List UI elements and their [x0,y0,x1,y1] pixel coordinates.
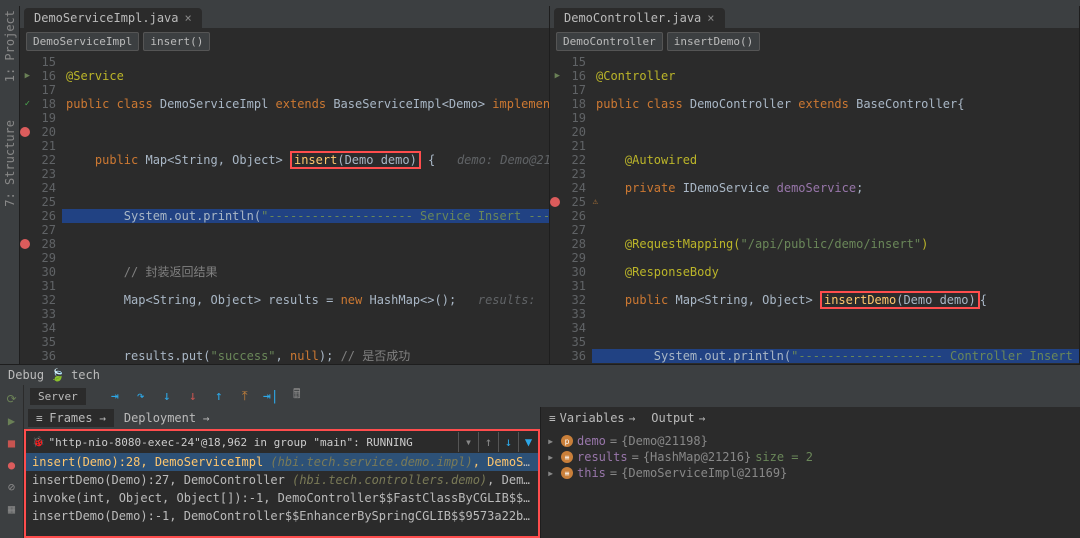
left-code[interactable]: @Service public class DemoServiceImpl ex… [62,55,549,364]
drop-frame-button[interactable]: ⤒ [236,387,254,405]
left-nav-crumb: DemoServiceImpl insert() [20,28,549,55]
layout-button[interactable]: ▦ [4,501,20,517]
right-code[interactable]: @Controller public class DemoController … [592,55,1079,364]
deployment-tab[interactable]: Deployment → [116,409,218,427]
mute-breakpoints-button[interactable]: ⊘ [4,479,20,495]
thread-dropdown-icon[interactable]: ▾ [458,432,478,452]
step-into-button[interactable]: ↓ [158,387,176,405]
frame-item[interactable]: insert(Demo):28, DemoServiceImpl (hbi.te… [26,453,538,471]
tab-demoserviceimpl[interactable]: DemoServiceImpl.java × [24,8,202,28]
debug-panel: Debug 🍃 tech ⟳ ▶ ■ ● ⊘ ▦ Server ⇥ ↷ ↓ ↓ … [0,364,1080,538]
nav-class[interactable]: DemoServiceImpl [26,32,139,51]
frames-tab[interactable]: ≡ Frames → [28,409,114,427]
frame-item[interactable]: invoke(int, Object, Object[]):-1, DemoCo… [26,489,538,507]
close-icon[interactable]: × [707,11,714,25]
nav-class[interactable]: DemoController [556,32,663,51]
frame-list[interactable]: insert(Demo):28, DemoServiceImpl (hbi.te… [26,453,538,536]
debug-toolbar: Server ⇥ ↷ ↓ ↓ ↑ ⤒ ⇥| 🖩 [24,385,1080,407]
nav-method[interactable]: insert() [143,32,210,51]
variables-tab[interactable]: ≡ Variables → [541,409,643,427]
variables-tree[interactable]: ▸pdemo = {Demo@21198}▸≡results = {HashMa… [541,429,1080,538]
force-step-into-button[interactable]: ↓ [184,387,202,405]
debug-app-name: tech [71,368,100,382]
debug-left-tool-strip: ⟳ ▶ ■ ● ⊘ ▦ [0,385,24,538]
project-tool-button[interactable]: 1: Project [3,10,17,82]
show-execution-point-button[interactable]: ⇥ [106,387,124,405]
close-icon[interactable]: × [185,11,192,25]
rerun-button[interactable]: ⟳ [4,391,20,407]
tab-democontroller[interactable]: DemoController.java × [554,8,725,28]
variable-row[interactable]: ▸≡results = {HashMap@21216} size = 2 [547,449,1074,465]
nav-method[interactable]: insertDemo() [667,32,760,51]
thread-selector[interactable]: "http-nio-8080-exec-24"@18,962 in group … [26,434,458,451]
step-over-button[interactable]: ↷ [132,387,150,405]
tab-label: DemoController.java [564,11,701,25]
left-tool-strip: 1: Project 7: Structure [0,6,20,364]
variable-row[interactable]: ▸≡this = {DemoServiceImpl@21169} [547,465,1074,481]
tab-label: DemoServiceImpl.java [34,11,179,25]
structure-tool-button[interactable]: 7: Structure [3,120,17,207]
frame-item[interactable]: insertDemo(Demo):27, DemoController (hbi… [26,471,538,489]
step-out-button[interactable]: ↑ [210,387,228,405]
frame-item[interactable]: insertDemo(Demo):-1, DemoController$$Enh… [26,507,538,525]
evaluate-button[interactable]: 🖩 [288,387,306,405]
run-to-cursor-button[interactable]: ⇥| [262,387,280,405]
output-tab[interactable]: Output → [643,409,713,427]
stop-button[interactable]: ■ [4,435,20,451]
right-nav-crumb: DemoController insertDemo() [550,28,1079,55]
prev-frame-button[interactable]: ↑ [478,432,498,452]
right-gutter[interactable]: 1516171819202122232425262728293031323334… [550,55,592,364]
right-tab-bar: DemoController.java × [550,6,1079,28]
debug-label: Debug [8,368,44,382]
next-frame-button[interactable]: ↓ [498,432,518,452]
breakpoints-button[interactable]: ● [4,457,20,473]
server-tab[interactable]: Server [30,388,86,405]
left-gutter[interactable]: 1516171819202122232425262728293031323334… [20,55,62,364]
resume-button[interactable]: ▶ [4,413,20,429]
frames-panel: "http-nio-8080-exec-24"@18,962 in group … [24,429,540,538]
left-tab-bar: DemoServiceImpl.java × [20,6,549,28]
filter-button[interactable]: ▼ [518,432,538,452]
variable-row[interactable]: ▸pdemo = {Demo@21198} [547,433,1074,449]
